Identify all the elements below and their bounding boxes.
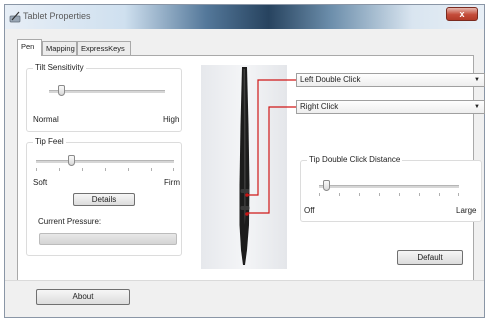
tip-double-click-group: Tip Double Click Distance (300, 155, 482, 222)
lower-button-value: Right Click (300, 102, 339, 111)
double-click-ticks (319, 193, 459, 196)
lower-button-select[interactable]: Right Click ▼ (296, 100, 485, 114)
double-click-max-label: Large (456, 206, 477, 215)
chevron-down-icon: ▼ (474, 104, 480, 110)
default-button[interactable]: Default (397, 250, 463, 265)
tablet-properties-window: Tablet Properties x Pen Mapping ExpressK… (4, 4, 485, 318)
double-click-slider-thumb[interactable] (323, 180, 330, 191)
upper-button-select[interactable]: Left Double Click ▼ (296, 73, 485, 87)
chevron-down-icon: ▼ (474, 77, 480, 83)
bottom-bar: About (5, 280, 484, 317)
double-click-min-label: Off (304, 206, 315, 215)
double-click-slider-track[interactable] (319, 185, 459, 188)
upper-button-value: Left Double Click (300, 75, 361, 84)
about-button[interactable]: About (36, 289, 130, 305)
tip-double-click-title: Tip Double Click Distance (307, 155, 403, 164)
tab-pen[interactable]: Pen (17, 39, 42, 56)
